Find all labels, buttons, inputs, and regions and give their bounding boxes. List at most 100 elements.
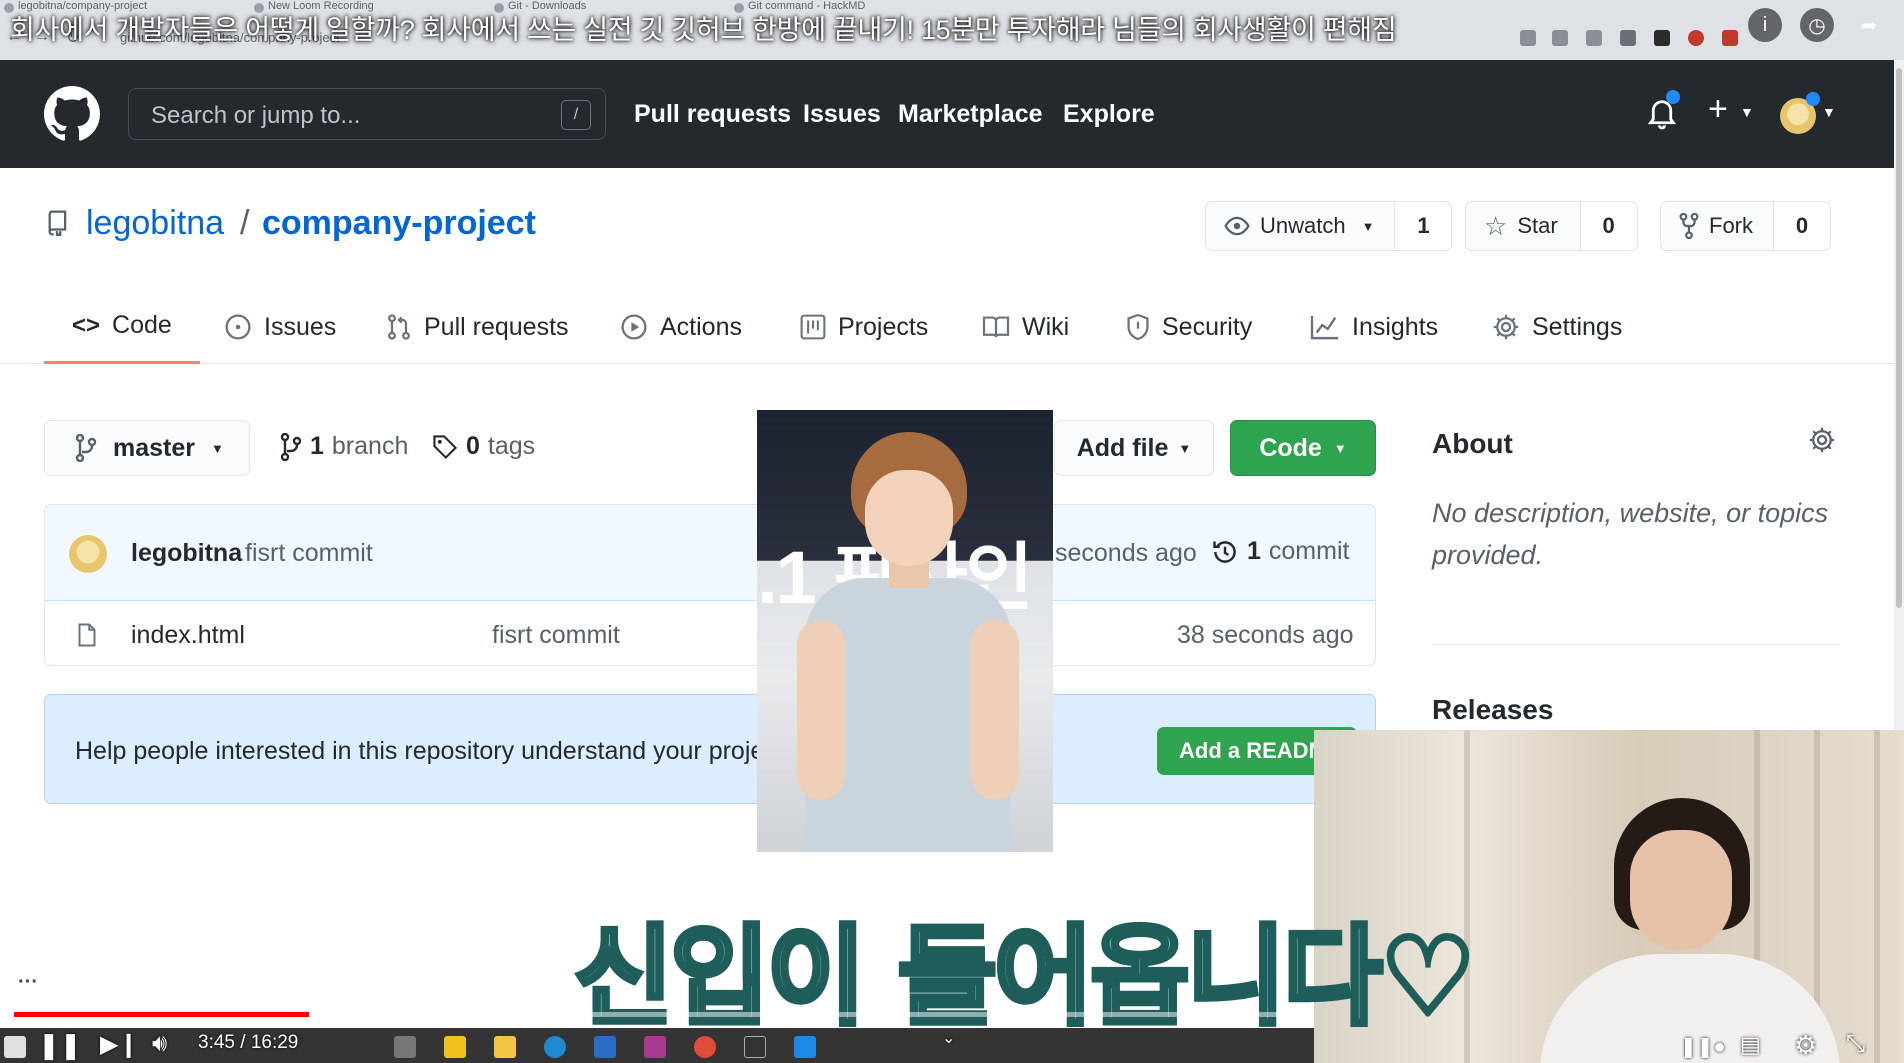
volume-icon[interactable]: 🔊︎ (152, 1030, 167, 1058)
eye-icon (1224, 216, 1250, 236)
extension-icon[interactable] (1688, 30, 1704, 46)
tab-insights[interactable]: Insights (1310, 290, 1438, 364)
tab-pull-requests[interactable]: Pull requests (386, 290, 569, 364)
file-list: legobitna fisrt commit seconds ago 1 com… (44, 504, 1376, 666)
plus-icon[interactable]: + (1708, 90, 1728, 129)
share-icon[interactable]: ➦ (1852, 8, 1886, 42)
watch-count[interactable]: 1 (1395, 202, 1452, 250)
gear-icon[interactable] (1808, 426, 1836, 454)
app-icon[interactable] (594, 1036, 616, 1058)
tab-settings[interactable]: Settings (1492, 290, 1622, 364)
tab-projects[interactable]: Projects (800, 290, 928, 364)
nav-explore[interactable]: Explore (1063, 100, 1155, 129)
autoplay-toggle-icon[interactable]: ❚❚● (1680, 1034, 1726, 1059)
extension-icon[interactable] (1620, 30, 1636, 46)
git-branch-icon (280, 432, 302, 461)
fork-button-group: Fork 0 (1660, 201, 1831, 251)
book-icon (982, 315, 1010, 339)
tab-issues[interactable]: Issues (224, 290, 336, 364)
tag-word: tags (487, 432, 536, 460)
video-title[interactable]: 회사에서 개발자들은 어떻게 일할까? 회사에서 쓰는 실전 깃 깃허브 한방에… (10, 8, 1397, 47)
video-caption: 신입이 들어옵니다♡ (571, 913, 1478, 1043)
star-count[interactable]: 0 (1580, 202, 1637, 250)
chevron-down-icon[interactable]: ▼ (1740, 104, 1754, 120)
tab-code[interactable]: <> Code (44, 290, 200, 364)
pause-icon[interactable]: ❚❚ (38, 1030, 82, 1061)
exit-fullscreen-icon[interactable]: ⤡ (1846, 1030, 1865, 1058)
scrollbar-thumb[interactable] (1896, 68, 1902, 608)
extension-icon[interactable] (1654, 30, 1670, 46)
chevron-down-icon[interactable]: ⌄ (942, 1028, 955, 1048)
more-options-icon[interactable]: ··· (6, 960, 50, 1004)
readme-prompt-banner: Help people interested in this repositor… (44, 694, 1376, 804)
edge-icon[interactable] (544, 1036, 566, 1058)
commit-message-link[interactable]: fisrt commit (245, 539, 373, 568)
next-icon[interactable]: ▶❙ (100, 1030, 139, 1059)
code-button-label: Code (1259, 433, 1322, 462)
history-icon (1213, 540, 1236, 563)
commit-history-link[interactable]: 1 commit (1211, 537, 1349, 566)
search-placeholder: Search or jump to... (151, 102, 361, 129)
terminal-icon[interactable] (744, 1036, 766, 1058)
windows-start-icon[interactable] (4, 1036, 26, 1058)
settings-hd-icon[interactable]: ⚙ (1794, 1030, 1817, 1061)
graph-icon (1310, 314, 1340, 340)
code-icon: <> (72, 311, 101, 339)
fork-count[interactable]: 0 (1774, 202, 1830, 250)
nav-issues[interactable]: Issues (803, 100, 881, 129)
zoom-icon[interactable] (1552, 30, 1568, 46)
vscode-icon[interactable] (794, 1036, 816, 1058)
branches-link[interactable]: 1 branch (280, 432, 408, 461)
releases-heading[interactable]: Releases (1432, 694, 1553, 726)
tags-link[interactable]: 0 tags (432, 432, 535, 461)
watch-button-group: Unwatch ▼ 1 (1205, 201, 1453, 251)
add-file-button[interactable]: Add file ▼ (1054, 420, 1214, 476)
star-button[interactable]: ☆ Star (1466, 202, 1581, 250)
unwatch-button[interactable]: Unwatch ▼ (1206, 202, 1396, 250)
tab-actions[interactable]: Actions (620, 290, 742, 364)
branch-word: branch (331, 432, 409, 460)
tab-code-label: Code (112, 311, 172, 339)
chrome-icon[interactable] (694, 1036, 716, 1058)
fork-button[interactable]: Fork (1661, 202, 1774, 250)
fork-label: Fork (1709, 213, 1753, 238)
branch-count: 1 (310, 432, 324, 460)
code-download-button[interactable]: Code ▼ (1230, 420, 1376, 476)
search-shortcut-key: / (561, 100, 591, 130)
folder-icon[interactable] (494, 1036, 516, 1058)
taskview-icon[interactable] (394, 1036, 416, 1058)
kakaotalk-icon[interactable] (444, 1036, 466, 1058)
extension-icon[interactable] (1722, 30, 1738, 46)
star-label: Star (1517, 213, 1558, 238)
avatar[interactable] (69, 535, 107, 573)
commit-count: 1 (1247, 537, 1261, 565)
fork-icon (1679, 213, 1699, 239)
watch-later-icon[interactable]: ◷ (1800, 8, 1834, 42)
branch-select-button[interactable]: master ▼ (44, 420, 250, 476)
nav-pull-requests[interactable]: Pull requests (634, 100, 791, 129)
bookmark-star-icon[interactable] (1586, 30, 1602, 46)
tab-wiki[interactable]: Wiki (982, 290, 1069, 364)
app-icon[interactable] (644, 1036, 666, 1058)
tab-actions-label: Actions (660, 312, 742, 341)
chevron-down-icon[interactable]: ▼ (1822, 104, 1836, 120)
file-name-link[interactable]: index.html (131, 621, 245, 650)
search-input[interactable]: Search or jump to... / (128, 88, 606, 140)
tab-wiki-label: Wiki (1022, 312, 1070, 341)
extension-icon[interactable] (1520, 30, 1536, 46)
github-logo-icon[interactable] (44, 86, 100, 142)
info-icon[interactable]: i (1748, 8, 1782, 42)
commit-time: seconds ago (1055, 539, 1197, 567)
page-scrollbar[interactable] (1894, 60, 1904, 730)
repo-separator: / (240, 204, 250, 242)
subtitles-icon[interactable]: ▤ (1740, 1032, 1761, 1058)
repo-owner-link[interactable]: legobitna (86, 204, 224, 243)
tag-count: 0 (466, 432, 480, 460)
tab-security[interactable]: Security (1126, 290, 1252, 364)
commit-author-link[interactable]: legobitna (131, 539, 242, 568)
repo-name-link[interactable]: company-project (262, 204, 536, 243)
nav-marketplace[interactable]: Marketplace (898, 100, 1043, 129)
pull-request-icon (386, 313, 412, 341)
file-commit-message-link[interactable]: fisrt commit (492, 621, 620, 650)
divider (1432, 644, 1840, 645)
